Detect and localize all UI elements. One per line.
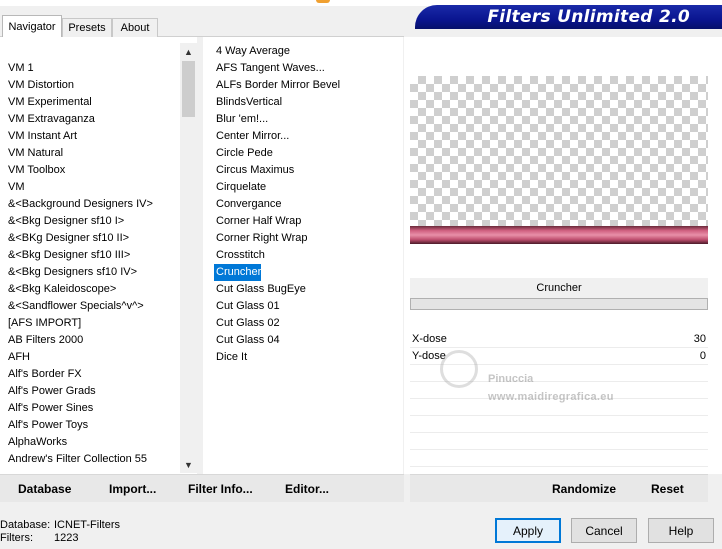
filter-item[interactable]: Cut Glass 01 bbox=[214, 298, 280, 315]
category-item[interactable]: VM Distortion bbox=[6, 77, 74, 94]
category-item[interactable]: Alf's Border FX bbox=[6, 366, 82, 383]
selected-filter-title: Cruncher bbox=[410, 278, 708, 298]
filter-list[interactable]: 4 Way Average AFS Tangent Waves... ALFs Bo… bbox=[203, 37, 403, 474]
filter-item[interactable]: Corner Right Wrap bbox=[214, 230, 308, 247]
watermark-name: Pinuccia bbox=[488, 373, 534, 385]
preview-image bbox=[410, 76, 708, 244]
watermark-url: www.maidiregrafica.eu bbox=[488, 391, 614, 403]
category-item[interactable]: [AFS IMPORT] bbox=[6, 315, 81, 332]
database-button[interactable]: Database bbox=[18, 480, 71, 498]
scroll-down-icon[interactable]: ▼ bbox=[180, 456, 197, 473]
apply-button[interactable]: Apply bbox=[495, 518, 561, 543]
import-button[interactable]: Import... bbox=[109, 480, 156, 498]
category-item[interactable]: VM Experimental bbox=[6, 94, 92, 111]
app-banner-title: Filters Unlimited 2.0 bbox=[415, 5, 722, 29]
category-item[interactable]: VM bbox=[6, 179, 25, 196]
filter-item[interactable]: ALFs Border Mirror Bevel bbox=[214, 77, 340, 94]
category-list[interactable]: VM 1 VM Distortion VM Experimental VM Extra… bbox=[0, 37, 197, 474]
category-item[interactable]: VM Toolbox bbox=[6, 162, 65, 179]
tab-presets[interactable]: Presets bbox=[62, 18, 112, 37]
help-button[interactable]: Help bbox=[648, 518, 714, 543]
database-label: Database: bbox=[0, 519, 51, 531]
category-item[interactable]: VM Extravaganza bbox=[6, 111, 95, 128]
filter-item[interactable]: Cut Glass 04 bbox=[214, 332, 280, 349]
database-value: ICNET-Filters bbox=[54, 519, 120, 531]
param-row-empty bbox=[410, 450, 708, 467]
category-item[interactable]: VM Instant Art bbox=[6, 128, 77, 145]
param-value[interactable]: 0 bbox=[700, 348, 706, 365]
preview-image-strip bbox=[410, 226, 708, 244]
param-value[interactable]: 30 bbox=[694, 331, 706, 348]
filter-control-bar bbox=[410, 298, 708, 310]
category-scrollbar[interactable]: ▲ ▼ bbox=[180, 43, 197, 473]
cancel-button[interactable]: Cancel bbox=[571, 518, 637, 543]
reset-button[interactable]: Reset bbox=[651, 480, 684, 498]
filters-count-value: 1223 bbox=[54, 532, 79, 544]
filter-item[interactable]: Dice It bbox=[214, 349, 247, 366]
filter-item[interactable]: Convergance bbox=[214, 196, 281, 213]
tab-about[interactable]: About bbox=[112, 18, 158, 37]
param-row-x-dose[interactable]: X-dose 30 bbox=[410, 331, 708, 348]
top-accent bbox=[316, 0, 330, 3]
filters-count-label: Filters: bbox=[0, 532, 33, 544]
watermark-logo-icon bbox=[440, 350, 478, 388]
category-item[interactable]: VM Natural bbox=[6, 145, 63, 162]
category-item[interactable]: Alf's Power Sines bbox=[6, 400, 93, 417]
param-row-empty bbox=[410, 416, 708, 433]
tab-navigator[interactable]: Navigator bbox=[2, 15, 62, 37]
category-item[interactable]: &<Bkg Kaleidoscope> bbox=[6, 281, 116, 298]
filter-item[interactable]: Cut Glass 02 bbox=[214, 315, 280, 332]
filter-item[interactable]: BlindsVertical bbox=[214, 94, 282, 111]
category-item[interactable]: Alf's Power Grads bbox=[6, 383, 96, 400]
scroll-thumb[interactable] bbox=[182, 61, 195, 117]
category-item[interactable]: &<BKg Designer sf10 II> bbox=[6, 230, 129, 247]
scroll-up-icon[interactable]: ▲ bbox=[180, 43, 197, 60]
category-item[interactable]: &<Background Designers IV> bbox=[6, 196, 153, 213]
category-item[interactable]: AlphaWorks bbox=[6, 434, 67, 451]
filter-item[interactable]: Cirquelate bbox=[214, 179, 266, 196]
filter-item[interactable]: Crosstitch bbox=[214, 247, 265, 264]
filter-item[interactable]: Center Mirror... bbox=[214, 128, 289, 145]
category-item[interactable]: Andrew's Filter Collection 55 bbox=[6, 451, 147, 468]
param-row-empty bbox=[410, 433, 708, 450]
editor-button[interactable]: Editor... bbox=[285, 480, 329, 498]
filter-item[interactable]: Corner Half Wrap bbox=[214, 213, 301, 230]
filter-item[interactable]: Circle Pede bbox=[214, 145, 273, 162]
randomize-button[interactable]: Randomize bbox=[552, 480, 616, 498]
filter-item[interactable]: AFS Tangent Waves... bbox=[214, 60, 325, 77]
filter-item[interactable]: Cruncher bbox=[214, 264, 262, 281]
category-item[interactable]: &<Sandflower Specials^v^> bbox=[6, 298, 144, 315]
filter-info-button[interactable]: Filter Info... bbox=[188, 480, 253, 498]
filter-item[interactable]: Circus Maximus bbox=[214, 162, 294, 179]
category-item[interactable]: &<Bkg Designer sf10 III> bbox=[6, 247, 130, 264]
filter-item[interactable]: Cut Glass BugEye bbox=[214, 281, 306, 298]
category-item[interactable]: AFH bbox=[6, 349, 30, 366]
filter-item[interactable]: 4 Way Average bbox=[214, 43, 290, 60]
category-item[interactable]: VM 1 bbox=[6, 60, 34, 77]
category-item[interactable]: &<Bkg Designers sf10 IV> bbox=[6, 264, 137, 281]
category-item[interactable]: &<Bkg Designer sf10 I> bbox=[6, 213, 124, 230]
filter-item[interactable]: Blur 'em!... bbox=[214, 111, 268, 128]
category-item[interactable]: AB Filters 2000 bbox=[6, 332, 83, 349]
param-label: X-dose bbox=[412, 333, 447, 345]
category-item[interactable]: Alf's Power Toys bbox=[6, 417, 88, 434]
